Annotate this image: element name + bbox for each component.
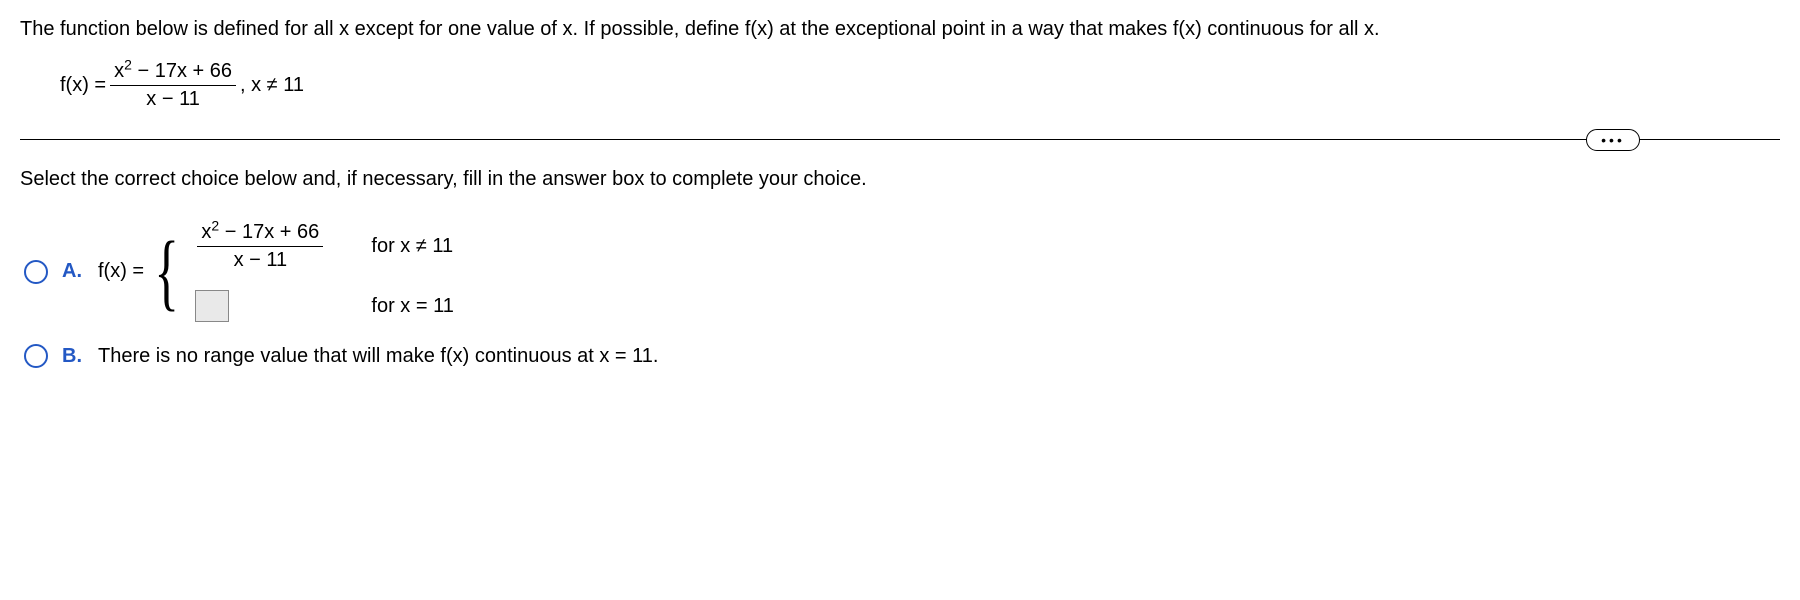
- divider: [20, 139, 1780, 140]
- case-1: x2 − 17x + 66 x − 11 for x ≠ 11: [193, 221, 453, 272]
- c1-num-pre: x: [201, 221, 211, 243]
- choice-a-radio[interactable]: [24, 260, 48, 284]
- numerator: x2 − 17x + 66: [110, 60, 236, 86]
- case-1-condition: for x ≠ 11: [371, 235, 453, 258]
- domain-condition: , x ≠ 11: [240, 74, 304, 97]
- case-2-condition: for x = 11: [371, 295, 453, 318]
- fraction: x2 − 17x + 66 x − 11: [110, 60, 236, 111]
- c1-num-post: − 17x + 66: [219, 221, 319, 243]
- case-2: for x = 11: [193, 290, 453, 322]
- case-1-numerator: x2 − 17x + 66: [197, 221, 323, 247]
- choice-a-lhs: f(x) =: [98, 260, 144, 283]
- case-2-expr: [193, 290, 363, 322]
- choice-b-text: There is no range value that will make f…: [98, 345, 658, 368]
- choice-b-row: B. There is no range value that will mak…: [24, 344, 1780, 368]
- instruction-text: Select the correct choice below and, if …: [20, 168, 1780, 191]
- case-1-fraction: x2 − 17x + 66 x − 11: [197, 221, 323, 272]
- num-post: − 17x + 66: [132, 60, 232, 82]
- answer-input[interactable]: [195, 290, 229, 322]
- choice-b-radio[interactable]: [24, 344, 48, 368]
- piecewise-cases: x2 − 17x + 66 x − 11 for x ≠ 11 for x = …: [193, 221, 453, 322]
- choice-a-content: f(x) = { x2 − 17x + 66 x − 11 for x ≠ 11: [98, 221, 454, 322]
- num-pre: x: [114, 60, 124, 82]
- choice-b-label: B.: [62, 345, 86, 368]
- choice-a-row: A. f(x) = { x2 − 17x + 66 x − 11 for x ≠…: [24, 221, 1780, 322]
- case-1-denominator: x − 11: [230, 247, 292, 272]
- more-options-button[interactable]: •••: [1586, 129, 1640, 151]
- divider-row: •••: [20, 139, 1780, 140]
- choice-a-label: A.: [62, 260, 86, 283]
- fx-lhs: f(x) =: [60, 74, 106, 97]
- denominator: x − 11: [142, 86, 204, 111]
- function-definition: f(x) = x2 − 17x + 66 x − 11 , x ≠ 11: [60, 60, 1780, 111]
- left-brace-icon: {: [154, 237, 179, 306]
- case-1-expr: x2 − 17x + 66 x − 11: [193, 221, 363, 272]
- question-text: The function below is defined for all x …: [20, 16, 1780, 42]
